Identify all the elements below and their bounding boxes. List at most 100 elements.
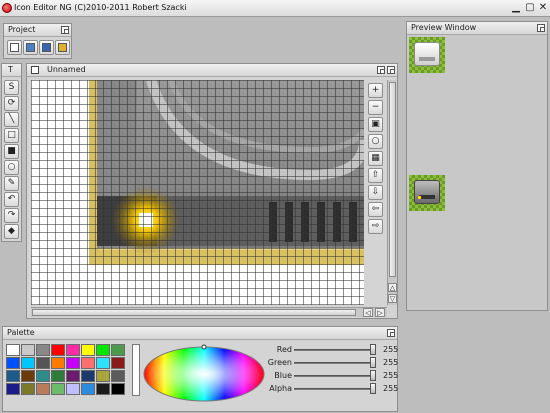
palette-swatch[interactable] <box>111 383 125 395</box>
slider-knob[interactable] <box>370 370 376 381</box>
palette-swatch[interactable] <box>36 370 50 382</box>
slider-knob[interactable] <box>370 383 376 394</box>
canvas-restore-icon[interactable] <box>387 66 395 74</box>
slider-value: 255 <box>383 384 399 393</box>
slider-knob[interactable] <box>370 357 376 368</box>
open-project-icon[interactable] <box>23 40 38 55</box>
palette-swatch[interactable] <box>66 383 80 395</box>
canvas-horizontal-scrollbar[interactable]: ◁ ▷ <box>31 307 387 317</box>
color-wheel-marker[interactable] <box>201 344 207 350</box>
shift-up-icon[interactable]: ⇧ <box>368 168 383 183</box>
maximize-icon[interactable]: ▢ <box>524 2 536 14</box>
palette-swatch[interactable] <box>111 370 125 382</box>
slider-track[interactable] <box>294 375 376 377</box>
vertical-scroll-thumb[interactable] <box>389 82 396 277</box>
palette-swatch[interactable] <box>51 383 65 395</box>
slider-knob[interactable] <box>370 344 376 355</box>
palette-swatch[interactable] <box>36 357 50 369</box>
slider-blue: Blue 255 <box>266 370 398 382</box>
slider-track[interactable] <box>294 349 376 351</box>
palette-swatch[interactable] <box>96 357 110 369</box>
palette-swatch[interactable] <box>36 383 50 395</box>
slider-green: Green 255 <box>266 357 399 369</box>
preview-large-icon[interactable] <box>409 37 445 73</box>
project-panel-header[interactable]: Project <box>4 24 71 37</box>
palette-panel-header[interactable]: Palette <box>3 327 397 340</box>
show-icon-preview-icon[interactable]: ▣ <box>368 117 383 132</box>
palette-panel-title: Palette <box>7 328 35 337</box>
palette-swatch[interactable] <box>51 370 65 382</box>
minimize-icon[interactable]: ▁ <box>510 2 522 14</box>
palette-swatch[interactable] <box>6 383 20 395</box>
palette-swatch[interactable] <box>81 344 95 356</box>
grid-toggle-icon[interactable]: ▦ <box>368 151 383 166</box>
shift-left-icon[interactable]: ⇦ <box>368 202 383 217</box>
palette-swatch[interactable] <box>111 357 125 369</box>
save-project-icon[interactable] <box>39 40 54 55</box>
palette-swatch[interactable] <box>36 344 50 356</box>
palette-swatch[interactable] <box>21 357 35 369</box>
scroll-right-icon[interactable]: ▷ <box>375 308 385 317</box>
circle-mode-icon[interactable]: ○ <box>368 134 383 149</box>
zoom-out-icon[interactable]: − <box>368 100 383 115</box>
canvas-vertical-scrollbar[interactable]: △ ▽ <box>387 80 397 305</box>
pixel-canvas[interactable] <box>31 80 364 305</box>
palette-swatch[interactable] <box>96 370 110 382</box>
palette-swatch[interactable] <box>21 370 35 382</box>
preview-panel-title: Preview Window <box>411 23 477 32</box>
tools-panel-header[interactable]: T <box>2 64 21 77</box>
palette-swatch[interactable] <box>81 357 95 369</box>
slider-track[interactable] <box>294 362 376 364</box>
palette-swatch[interactable] <box>96 383 110 395</box>
scroll-up-icon[interactable]: △ <box>388 283 397 292</box>
redo-icon[interactable]: ↷ <box>4 208 19 223</box>
fill-icon[interactable]: ◆ <box>4 224 19 239</box>
palette-swatch[interactable] <box>21 344 35 356</box>
palette-swatch[interactable] <box>51 344 65 356</box>
palette-swatch[interactable] <box>81 370 95 382</box>
canvas-maximize-icon[interactable] <box>377 66 385 74</box>
freehand-icon[interactable]: S <box>4 80 19 95</box>
palette-swatch[interactable] <box>6 344 20 356</box>
close-icon[interactable]: ✕ <box>537 2 549 14</box>
palette-swatch[interactable] <box>66 344 80 356</box>
filled-rectangle-icon[interactable]: ■ <box>4 144 19 159</box>
palette-swatch[interactable] <box>6 370 20 382</box>
palette-swatch[interactable] <box>21 383 35 395</box>
shift-down-icon[interactable]: ⇩ <box>368 185 383 200</box>
palette-swatch[interactable] <box>66 357 80 369</box>
palette-swatch[interactable] <box>96 344 110 356</box>
preview-panel: Preview Window <box>406 21 548 311</box>
shift-right-icon[interactable]: ⇨ <box>368 219 383 234</box>
line-icon[interactable]: ╲ <box>4 112 19 127</box>
preview-panel-header[interactable]: Preview Window <box>407 22 547 35</box>
edit-project-icon[interactable] <box>55 40 70 55</box>
undo-icon[interactable]: ↶ <box>4 192 19 207</box>
palette-restore-icon[interactable] <box>387 329 395 337</box>
zoom-in-icon[interactable]: + <box>368 83 383 98</box>
palette-swatch[interactable] <box>111 344 125 356</box>
horizontal-scroll-thumb[interactable] <box>32 309 356 316</box>
palette-swatch[interactable] <box>81 383 95 395</box>
project-panel-restore-icon[interactable] <box>61 26 69 34</box>
rectangle-icon[interactable]: □ <box>4 128 19 143</box>
current-color-preview <box>132 344 140 396</box>
canvas-window-header[interactable]: Unnamed <box>27 64 397 77</box>
preview-restore-icon[interactable] <box>537 24 545 32</box>
hard-drive-dark-icon <box>414 180 440 204</box>
canvas-menu-icon[interactable] <box>31 66 39 74</box>
spiral-icon[interactable]: ⟳ <box>4 96 19 111</box>
scroll-left-icon[interactable]: ◁ <box>363 308 373 317</box>
ellipse-icon[interactable]: ○ <box>4 160 19 175</box>
new-project-icon[interactable] <box>7 40 22 55</box>
slider-track[interactable] <box>294 388 376 390</box>
color-wheel[interactable] <box>142 342 268 402</box>
pipette-icon[interactable]: ✎ <box>4 176 19 191</box>
preview-small-icon[interactable] <box>409 175 445 211</box>
palette-swatch[interactable] <box>66 370 80 382</box>
slider-value: 255 <box>383 358 399 367</box>
palette-swatch[interactable] <box>51 357 65 369</box>
scroll-down-icon[interactable]: ▽ <box>388 294 397 303</box>
project-panel: Project <box>3 23 72 59</box>
palette-swatch[interactable] <box>6 357 20 369</box>
